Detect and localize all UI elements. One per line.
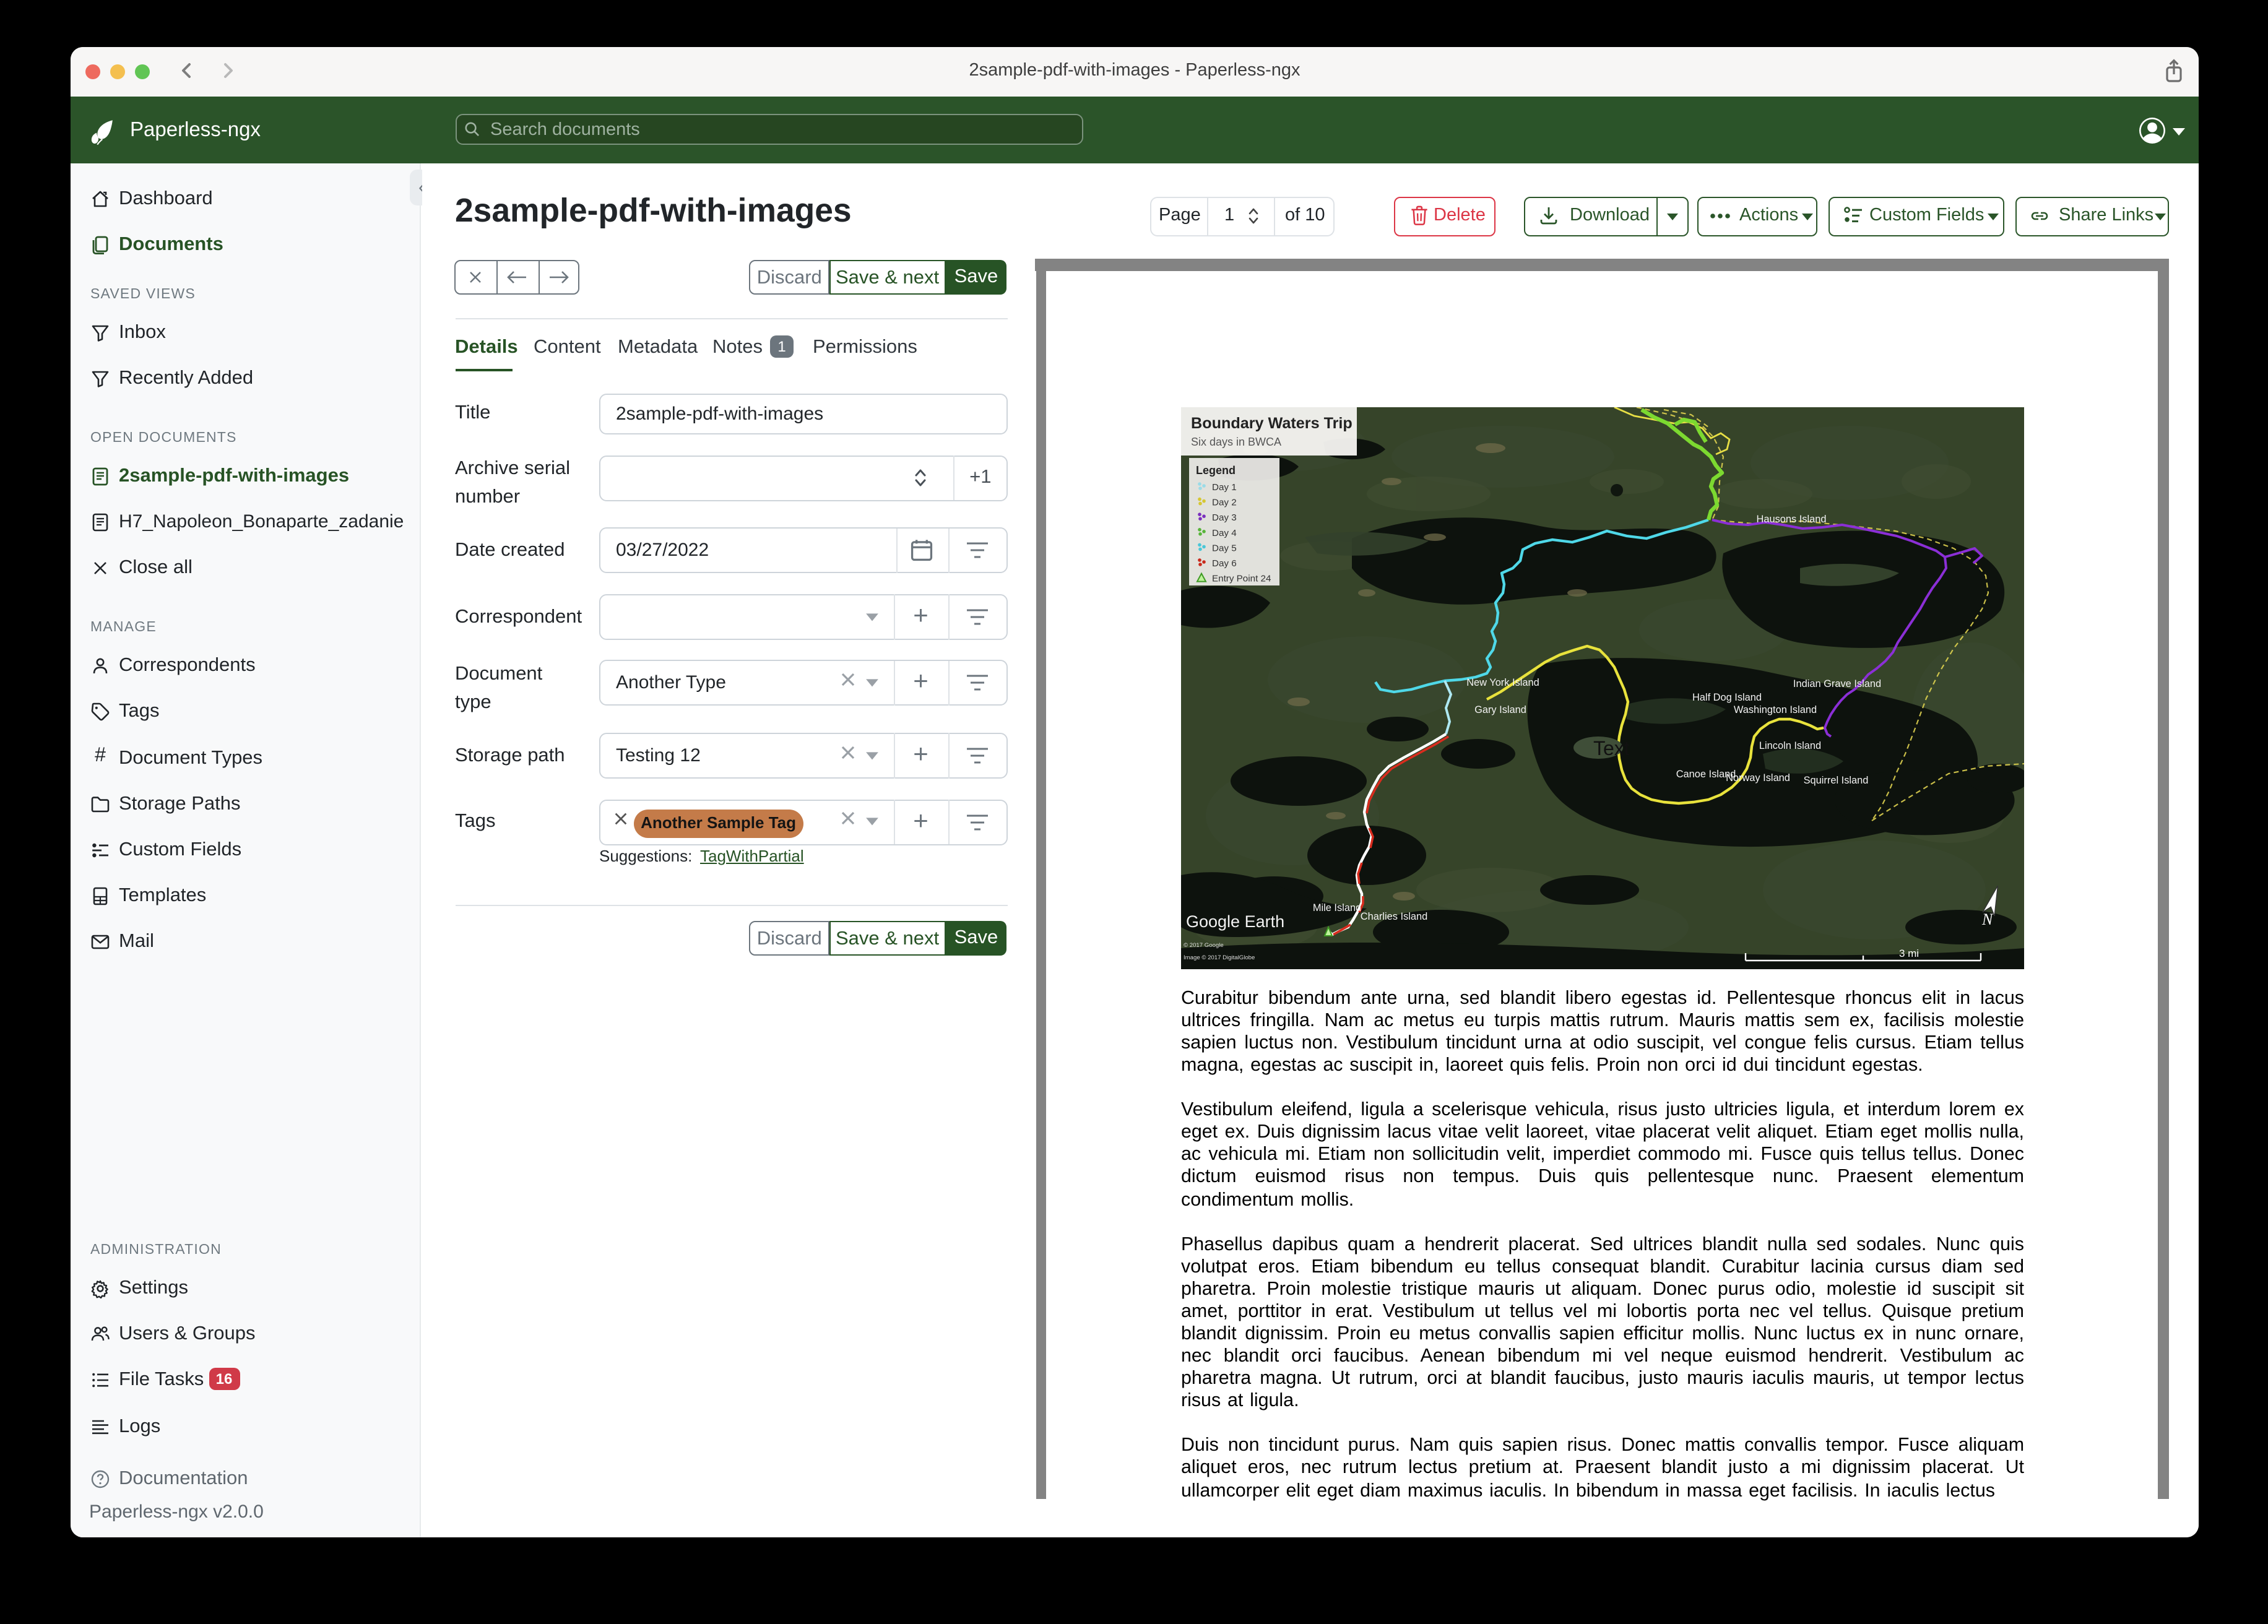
svg-text:3 mi: 3 mi — [1899, 948, 1919, 959]
svg-text:© 2017 Google: © 2017 Google — [1184, 942, 1224, 949]
svg-text:Day 1: Day 1 — [1212, 482, 1237, 493]
svg-text:Image © 2017 DigitalGlobe: Image © 2017 DigitalGlobe — [1184, 954, 1255, 961]
svg-text:Washington Island: Washington Island — [1734, 704, 1817, 715]
svg-text:Day 3: Day 3 — [1212, 512, 1237, 523]
svg-text:Norway Island: Norway Island — [1726, 772, 1790, 784]
svg-text:Six days in BWCA: Six days in BWCA — [1191, 436, 1281, 448]
svg-text:Day 5: Day 5 — [1212, 543, 1237, 553]
svg-text:Entry Point 24: Entry Point 24 — [1212, 574, 1271, 584]
svg-text:Text: Text — [1593, 737, 1630, 759]
svg-text:Indian Grave Island: Indian Grave Island — [1793, 678, 1881, 689]
svg-text:Google Earth: Google Earth — [1186, 912, 1284, 931]
svg-text:Gary Island: Gary Island — [1474, 704, 1526, 715]
svg-text:Squirrel Island: Squirrel Island — [1804, 775, 1869, 786]
svg-text:New York Island: New York Island — [1466, 677, 1539, 688]
svg-text:Day 4: Day 4 — [1212, 528, 1237, 538]
svg-text:Half Dog Island: Half Dog Island — [1692, 692, 1762, 703]
svg-text:Hausons Island: Hausons Island — [1757, 514, 1827, 525]
svg-text:Legend: Legend — [1196, 464, 1236, 477]
svg-text:Charlies Island: Charlies Island — [1361, 911, 1427, 922]
svg-text:Lincoln Island: Lincoln Island — [1759, 740, 1821, 751]
svg-text:Mile Island: Mile Island — [1313, 902, 1361, 914]
svg-text:Boundary Waters Trip: Boundary Waters Trip — [1191, 415, 1353, 432]
svg-text:N: N — [1981, 910, 1994, 928]
svg-text:Day 2: Day 2 — [1212, 498, 1237, 508]
svg-text:Day 6: Day 6 — [1212, 558, 1237, 569]
